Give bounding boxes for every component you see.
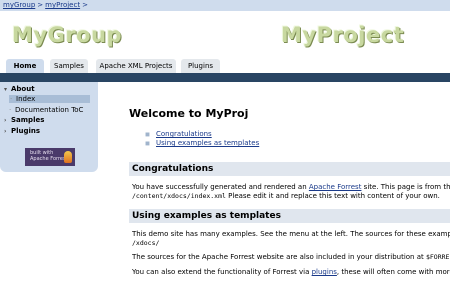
menu-group-label: About	[11, 85, 35, 93]
menu-group-label: Plugins	[11, 127, 41, 135]
sidebar-item-label: Documentation ToC	[15, 106, 84, 114]
page-toc: ◼ Congratulations ◼ Using examples as temp…	[145, 130, 259, 148]
site-header: MyGroup MyProject	[0, 11, 450, 59]
page-title: Welcome to MyProj	[129, 107, 249, 120]
project-logo[interactable]: MyProject	[281, 23, 404, 47]
apache-forrest-link[interactable]: Apache Forrest	[309, 183, 362, 191]
chevron-down-icon: ▾	[4, 86, 8, 93]
toc-bullet-icon: ◼	[145, 140, 150, 147]
tab-plugins[interactable]: Plugins	[181, 59, 220, 73]
nav-divider-bar	[0, 73, 450, 82]
breadcrumb-link-mygroup[interactable]: myGroup	[3, 1, 35, 9]
tab-bar: Home Samples Apache XML Projects Plugins	[0, 59, 450, 73]
breadcrumb-link-myproject[interactable]: myProject	[45, 1, 80, 9]
code-path: /content/xdocs/index.xml	[132, 192, 226, 200]
menu-group-label: Samples	[11, 116, 45, 124]
sidebar-item-documentation-toc[interactable]: · Documentation ToC	[9, 106, 83, 114]
paragraph-text: , these will often come with more sa	[336, 268, 450, 276]
paragraph-text: Please edit it and replace this text wit…	[225, 192, 440, 200]
paragraph: You can also extend the functionality of…	[132, 268, 450, 277]
breadcrumb: myGroup > myProject >	[0, 0, 450, 11]
paragraph: This demo site has many examples. See th…	[132, 230, 450, 239]
menu-group-about[interactable]: ▾ About	[4, 85, 35, 93]
paragraph-text: You have successfully generated and rend…	[132, 183, 309, 191]
paragraph: /xdocs/	[132, 239, 450, 248]
sidebar-item-index[interactable]: · Index	[9, 95, 90, 103]
tab-home[interactable]: Home	[6, 59, 44, 73]
toc-link-using-examples[interactable]: Using examples as templates	[156, 139, 259, 147]
plugins-link[interactable]: plugins	[312, 268, 337, 276]
code-path: $FORREST_	[425, 253, 450, 261]
toc-link-congratulations[interactable]: Congratulations	[156, 130, 212, 138]
paragraph: The sources for the Apache Forrest websi…	[132, 253, 450, 262]
paragraph: /content/xdocs/index.xml Please edit it …	[132, 192, 450, 201]
paragraph-text: You can also extend the functionality of…	[132, 268, 312, 276]
tab-apache-xml-projects[interactable]: Apache XML Projects	[96, 59, 176, 73]
breadcrumb-separator: >	[37, 1, 44, 9]
section-heading-congratulations: Congratulations	[129, 162, 450, 176]
section-heading-using-examples: Using examples as templates	[129, 209, 450, 223]
paragraph-text: The sources for the Apache Forrest websi…	[132, 253, 426, 261]
sidebar-item-label: Index	[16, 95, 36, 103]
menu-group-plugins[interactable]: › Plugins	[4, 127, 40, 135]
paragraph: You have successfully generated and rend…	[132, 183, 450, 192]
menu-group-samples[interactable]: › Samples	[4, 116, 44, 124]
breadcrumb-separator: >	[82, 1, 88, 9]
code-path: /xdocs/	[132, 239, 160, 247]
toc-bullet-icon: ◼	[145, 131, 150, 138]
tab-samples[interactable]: Samples	[50, 59, 88, 73]
toc-item: ◼ Using examples as templates	[145, 139, 259, 147]
toc-item: ◼ Congratulations	[145, 130, 259, 138]
chevron-right-icon: ›	[4, 117, 7, 124]
group-logo[interactable]: MyGroup	[12, 23, 122, 47]
paragraph-text: This demo site has many examples. See th…	[132, 230, 450, 238]
main-content: Welcome to MyProj ◼ Congratulations ◼ Usin…	[104, 82, 450, 295]
flame-icon	[64, 151, 72, 163]
paragraph-text: site. This page is from the si	[363, 183, 450, 191]
chevron-right-icon: ›	[4, 128, 7, 135]
built-with-forrest-badge[interactable]: built with Apache Forrest	[25, 148, 75, 166]
